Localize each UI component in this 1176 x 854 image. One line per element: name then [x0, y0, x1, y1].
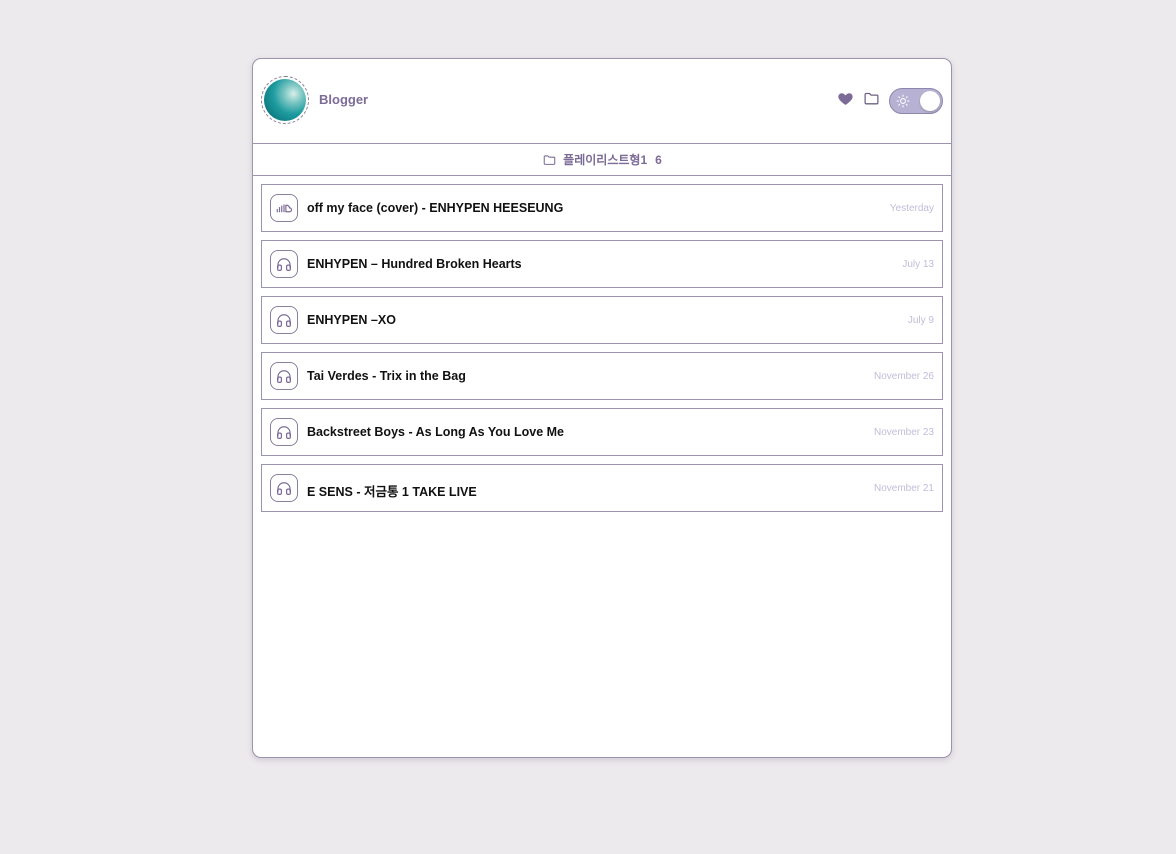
headphones-icon — [270, 362, 298, 390]
headphones-icon — [270, 474, 298, 502]
blogger-name[interactable]: Blogger — [319, 92, 368, 107]
theme-toggle[interactable] — [889, 88, 943, 114]
avatar-image — [264, 79, 306, 121]
header: Blogger — [253, 59, 951, 144]
track-title: Backstreet Boys - As Long As You Love Me — [307, 425, 565, 439]
playlist-count: 6 — [655, 152, 662, 167]
headphones-icon — [270, 306, 298, 334]
track-row[interactable]: Backstreet Boys - As Long As You Love Me… — [261, 408, 943, 456]
track-title: ENHYPEN –XO — [307, 313, 396, 327]
playlist-title-bar[interactable]: 플레이리스트형1 6 — [253, 144, 951, 176]
soundcloud-icon — [270, 194, 298, 222]
track-date: July 13 — [902, 259, 934, 270]
playlist-panel: Blogger 플레이리스트형1 6 off my face (cover) -… — [252, 58, 952, 758]
track-date: November 26 — [873, 371, 934, 382]
track-row[interactable]: ENHYPEN –XO July 9 — [261, 296, 943, 344]
avatar[interactable] — [261, 76, 309, 124]
track-date: November 21 — [873, 483, 934, 494]
toggle-knob — [920, 91, 940, 111]
headphones-icon — [270, 418, 298, 446]
track-date: July 9 — [907, 315, 934, 326]
sun-icon — [896, 94, 910, 108]
track-title: E SENS - 저금통 1 TAKE LIVE — [307, 485, 477, 499]
track-title: ENHYPEN – Hundred Broken Hearts — [307, 257, 522, 271]
folder-icon[interactable] — [863, 90, 880, 107]
track-row[interactable]: off my face (cover) - ENHYPEN HEESEUNG Y… — [261, 184, 943, 232]
track-row[interactable]: ENHYPEN – Hundred Broken Hearts July 13 — [261, 240, 943, 288]
track-row[interactable]: Tai Verdes - Trix in the Bag November 26 — [261, 352, 943, 400]
headphones-icon — [270, 250, 298, 278]
track-title: Tai Verdes - Trix in the Bag — [307, 369, 466, 383]
heart-icon[interactable] — [837, 90, 854, 107]
track-row[interactable]: E SENS - 저금통 1 TAKE LIVE November 21 — [261, 464, 943, 512]
track-list: off my face (cover) - ENHYPEN HEESEUNG Y… — [261, 184, 943, 520]
track-date: Yesterday — [889, 203, 934, 214]
playlist-name: 플레이리스트형1 — [563, 153, 648, 167]
folder-icon — [543, 154, 556, 165]
track-title: off my face (cover) - ENHYPEN HEESEUNG — [307, 201, 564, 215]
track-date: November 23 — [873, 427, 934, 438]
